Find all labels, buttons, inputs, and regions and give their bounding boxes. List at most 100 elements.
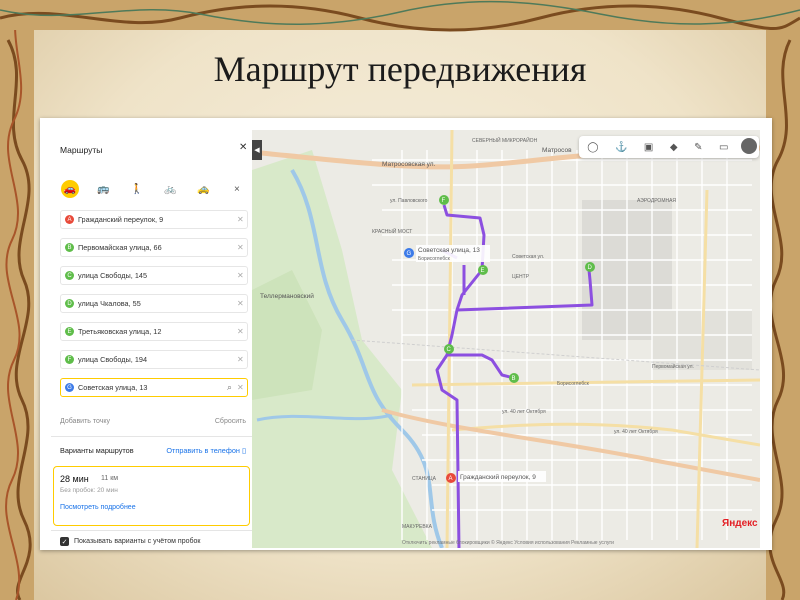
label-40-oktyabr-2: ул. 40 лет Октября [614,429,658,435]
label-stanitsa: СТАНИЦА [412,476,437,482]
marker-c-icon[interactable]: C [444,344,454,354]
walk-mode-icon[interactable]: 🚶 [128,180,146,198]
waypoint-f[interactable]: F улица Свободы, 194 ✕ [60,350,248,369]
svg-text:F: F [442,198,446,204]
point-actions: Добавить точку Сбросить [60,418,246,425]
route-no-jams: Без пробок: 20 мин [60,487,118,494]
ruler-icon[interactable]: ✎ [694,142,702,153]
label-borisoglebsk: Борисоглебск [557,381,590,387]
waypoint-d-text: улица Чкалова, 55 [78,299,141,308]
pedestrian-icon[interactable]: ⚓ [615,142,627,153]
marker-f-icon: F [65,355,74,364]
route-variants-header: Варианты маршрутов Отправить в телефон ▯ [60,446,246,455]
remove-icon[interactable]: ✕ [237,327,247,336]
layers-stack-icon[interactable]: ◆ [670,142,678,153]
marker-a-icon: A [65,215,74,224]
close-modes-icon[interactable]: × [228,180,246,198]
label-tellermanovsky: Теллермановский [260,292,314,300]
route-details-link[interactable]: Посмотреть подробнее [60,504,136,511]
marker-f-icon[interactable]: F [439,195,449,205]
taxi-mode-icon[interactable]: 🚕 [195,180,213,198]
marker-e-icon: E [65,327,74,336]
map-toolbar: ◯ ⚓ ▣ ◆ ✎ ▭ ≡ [579,136,759,158]
map-canvas[interactable]: Матросовская ул. Матросов СЕВЕРНЫЙ МИКРО… [252,130,760,548]
marker-d-icon: D [65,299,74,308]
marker-c-icon: C [65,271,74,280]
map-view[interactable]: Матросовская ул. Матросов СЕВЕРНЫЙ МИКРО… [252,130,760,548]
waypoint-e-text: Третьяковская улица, 12 [78,327,162,336]
remove-icon[interactable]: ✕ [237,243,247,252]
label-g-city: Борисоглебск [418,256,451,262]
waypoint-b[interactable]: B Первомайская улица, 66 ✕ [60,238,248,257]
marker-g-icon: G [65,383,74,392]
label-sovetskaya: Советская ул. [512,254,544,260]
marker-b-icon[interactable]: B [509,373,519,383]
label-krasny-most: КРАСНЫЙ МОСТ [372,227,412,235]
close-icon[interactable]: ✕ [239,142,247,153]
route-distance: 11 км [101,475,119,482]
svg-text:G: G [407,251,412,257]
waypoint-c-text: улица Свободы, 145 [78,271,148,280]
label-matrosov: Матросов [542,147,572,154]
route-card[interactable]: 28 мин 11 км Без пробок: 20 мин Посмотре… [53,466,250,526]
divider [51,530,252,531]
marker-d-icon[interactable]: D [585,262,595,272]
label-district-north: СЕВЕРНЫЙ МИКРОРАЙОН [472,136,538,144]
traffic-option[interactable]: ✓ Показывать варианты с учётом пробок [60,537,200,546]
waypoint-f-text: улица Свободы, 194 [78,355,148,364]
label-matrosovskaya: Матросовская ул. [382,161,436,168]
waypoint-e[interactable]: E Третьяковская улица, 12 ✕ [60,322,248,341]
waypoint-d[interactable]: D улица Чкалова, 55 ✕ [60,294,248,313]
waypoint-g-text[interactable]: Советская улица, 13 [78,383,227,392]
collapse-panel-icon[interactable]: ◀ [252,140,262,160]
remove-icon[interactable]: ✕ [237,299,247,308]
waypoint-g[interactable]: G Советская улица, 13 ⌕ ✕ [60,378,248,397]
remove-icon[interactable]: ✕ [237,271,247,280]
divider [51,436,252,437]
waypoint-a-text: Гражданский переулок, 9 [78,215,164,224]
avatar[interactable] [741,138,757,154]
label-center: ЦЕНТР [512,274,530,280]
route-time: 28 мин [60,474,89,484]
slide-title: Маршрут передвижения [213,49,587,89]
marker-e-icon[interactable]: E [478,265,488,275]
label-g-address: Советская улица, 13 [418,247,480,254]
svg-text:B: B [512,376,516,382]
car-mode-icon[interactable]: 🚗 [61,180,79,198]
reset-link[interactable]: Сбросить [215,418,246,425]
print-icon[interactable]: ▭ [719,142,728,153]
label-pervomayskaya: Первомайская ул. [652,363,694,370]
remove-icon[interactable]: ✕ [237,355,247,364]
remove-icon[interactable]: ✕ [237,215,247,224]
send-to-phone-link[interactable]: Отправить в телефон ▯ [166,446,246,455]
svg-text:C: C [447,347,452,353]
label-pavlovskogo: ул. Павловского [390,198,428,204]
map-screenshot: Маршруты ✕ 🚗 🚌 🚶 🚲 🚕 × A Гражданский пер… [40,118,772,550]
checkbox-checked-icon[interactable]: ✓ [60,537,69,546]
variants-label: Варианты маршрутов [60,446,134,455]
svg-text:D: D [588,265,593,271]
search-icon[interactable]: ⌕ [227,382,237,393]
add-point-link[interactable]: Добавить точку [60,418,110,425]
phone-icon: ▯ [241,446,246,455]
layers-icon[interactable]: ◯ [587,142,598,153]
label-aerodrome: АЭРОДРОМНАЯ [637,198,676,204]
svg-text:E: E [481,268,485,274]
waypoint-b-text: Первомайская улица, 66 [78,243,162,252]
waypoint-c[interactable]: C улица Свободы, 145 ✕ [60,266,248,285]
route-panel: Маршруты ✕ 🚗 🚌 🚶 🚲 🚕 × A Гражданский пер… [51,130,252,548]
map-footer: Отключить рекламные блокировщики © Яндек… [402,540,614,546]
marker-b-icon: B [65,243,74,252]
traffic-option-label: Показывать варианты с учётом пробок [74,538,201,545]
label-a-address: Гражданский переулок, 9 [460,473,536,481]
yandex-logo: Яндекс [722,518,758,529]
label-makurevka: МАКУРЕВКА [402,524,433,530]
waypoint-a[interactable]: A Гражданский переулок, 9 ✕ [60,210,248,229]
transport-icon[interactable]: ▣ [644,142,653,153]
label-40-oktyabr: ул. 40 лет Октября [502,409,546,415]
remove-icon[interactable]: ✕ [237,383,247,392]
bus-mode-icon[interactable]: 🚌 [94,180,112,198]
bike-mode-icon[interactable]: 🚲 [161,180,179,198]
transport-modes: 🚗 🚌 🚶 🚲 🚕 × [61,180,246,198]
svg-text:A: A [449,476,453,482]
